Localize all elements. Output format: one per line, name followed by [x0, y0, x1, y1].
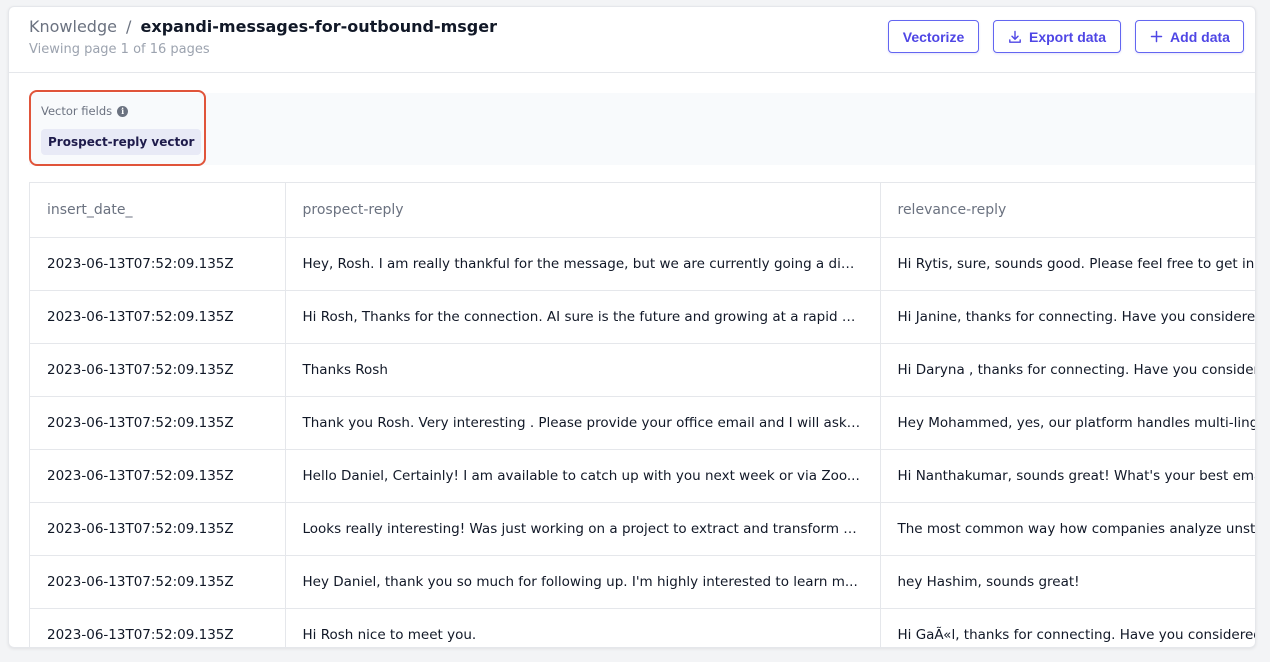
table-header-row: insert_date_ prospect-reply relevance-re… [30, 183, 1255, 238]
table-row[interactable]: 2023-06-13T07:52:09.135Z Thanks Rosh Hi … [30, 343, 1255, 397]
cell-insert-date: 2023-06-13T07:52:09.135Z [30, 343, 286, 397]
cell-relevance-reply: Hi Nanthakumar, sounds great! What's you… [880, 449, 1255, 503]
cell-insert-date: 2023-06-13T07:52:09.135Z [30, 290, 286, 344]
cell-relevance-reply: Hi Rytis, sure, sounds good. Please feel… [880, 237, 1255, 291]
cell-insert-date: 2023-06-13T07:52:09.135Z [30, 237, 286, 291]
cell-prospect-reply: Thank you Rosh. Very interesting . Pleas… [285, 396, 881, 450]
table-row[interactable]: 2023-06-13T07:52:09.135Z Hello Daniel, C… [30, 449, 1255, 503]
cell-relevance-reply: Hi Janine, thanks for connecting. Have y… [880, 290, 1255, 344]
vector-fields-label: Vector fields [41, 104, 113, 118]
cell-relevance-reply: hey Hashim, sounds great! [880, 555, 1255, 609]
breadcrumb-knowledge[interactable]: Knowledge [29, 17, 117, 36]
vector-fields-title: Vector fields i [41, 104, 129, 118]
export-data-label: Export data [1028, 28, 1106, 45]
column-header-prospect-reply[interactable]: prospect-reply [285, 183, 881, 238]
column-header-relevance-reply[interactable]: relevance-reply [880, 183, 1255, 238]
add-data-button[interactable]: Add data [1135, 20, 1244, 53]
cell-prospect-reply: Hi Rosh nice to meet you. [285, 608, 881, 647]
vector-field-chip[interactable]: Prospect-reply vector [41, 129, 202, 155]
cell-relevance-reply: Hey Mohammed, yes, our platform handles … [880, 396, 1255, 450]
cell-relevance-reply: Hi Daryna , thanks for connecting. Have … [880, 343, 1255, 397]
info-icon[interactable]: i [117, 105, 129, 117]
cell-prospect-reply: Looks really interesting! Was just worki… [285, 502, 881, 556]
table-row[interactable]: 2023-06-13T07:52:09.135Z Hi Rosh nice to… [30, 608, 1255, 647]
breadcrumb-separator: / [126, 17, 132, 36]
download-icon [1008, 30, 1022, 44]
plus-icon [1149, 30, 1163, 44]
data-table: insert_date_ prospect-reply relevance-re… [30, 183, 1255, 647]
cell-relevance-reply: Hi GaÃ«l, thanks for connecting. Have yo… [880, 608, 1255, 647]
column-header-insert-date[interactable]: insert_date_ [30, 183, 286, 238]
cell-prospect-reply: Hey, Rosh. I am really thankful for the … [285, 237, 881, 291]
vector-fields-panel [29, 93, 1255, 165]
cell-prospect-reply: Hello Daniel, Certainly! I am available … [285, 449, 881, 503]
table-row[interactable]: 2023-06-13T07:52:09.135Z Hi Rosh, Thanks… [30, 290, 1255, 344]
vectorize-button[interactable]: Vectorize [888, 20, 979, 53]
table-row[interactable]: 2023-06-13T07:52:09.135Z Hey Daniel, tha… [30, 555, 1255, 609]
data-table-container[interactable]: insert_date_ prospect-reply relevance-re… [29, 182, 1255, 647]
export-data-button[interactable]: Export data [993, 20, 1121, 53]
cell-relevance-reply: The most common way how companies analyz… [880, 502, 1255, 556]
cell-insert-date: 2023-06-13T07:52:09.135Z [30, 396, 286, 450]
add-data-label: Add data [1170, 28, 1230, 45]
table-row[interactable]: 2023-06-13T07:52:09.135Z Hey, Rosh. I am… [30, 237, 1255, 291]
breadcrumb: Knowledge / expandi-messages-for-outboun… [29, 17, 497, 36]
page-header: Knowledge / expandi-messages-for-outboun… [9, 7, 1255, 73]
vectorize-label: Vectorize [902, 28, 965, 45]
cell-prospect-reply: Hi Rosh, Thanks for the connection. AI s… [285, 290, 881, 344]
cell-prospect-reply: Hey Daniel, thank you so much for follow… [285, 555, 881, 609]
cell-insert-date: 2023-06-13T07:52:09.135Z [30, 449, 286, 503]
table-row[interactable]: 2023-06-13T07:52:09.135Z Looks really in… [30, 502, 1255, 556]
cell-insert-date: 2023-06-13T07:52:09.135Z [30, 502, 286, 556]
page-count-text: Viewing page 1 of 16 pages [29, 42, 210, 57]
cell-prospect-reply: Thanks Rosh [285, 343, 881, 397]
knowledge-card: Knowledge / expandi-messages-for-outboun… [8, 6, 1256, 648]
cell-insert-date: 2023-06-13T07:52:09.135Z [30, 555, 286, 609]
page-title: expandi-messages-for-outbound-msger [140, 17, 497, 36]
cell-insert-date: 2023-06-13T07:52:09.135Z [30, 608, 286, 647]
table-row[interactable]: 2023-06-13T07:52:09.135Z Thank you Rosh.… [30, 396, 1255, 450]
